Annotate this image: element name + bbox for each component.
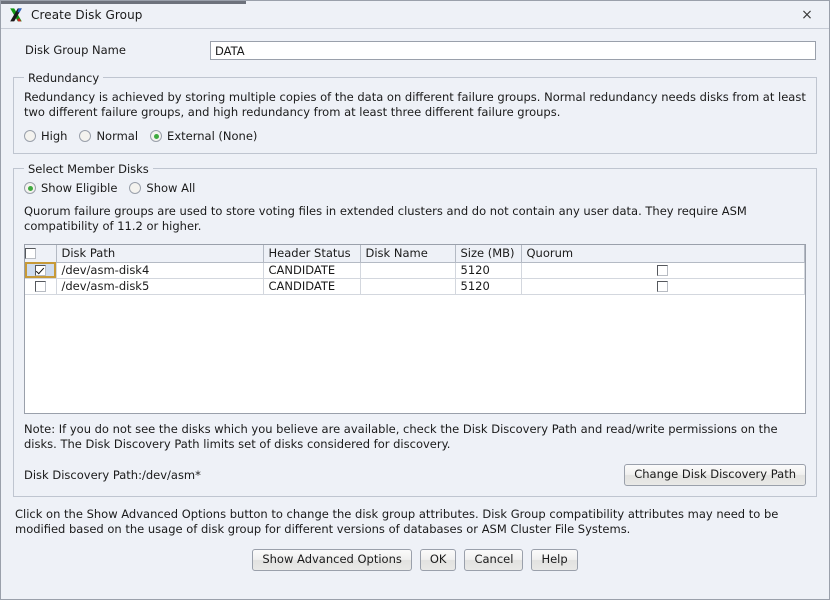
radio-normal-label: Normal	[96, 129, 139, 143]
quorum-note: Quorum failure groups are used to store …	[24, 204, 747, 233]
cell-disk-name	[360, 262, 456, 279]
column-header-quorum[interactable]: Quorum	[521, 245, 805, 263]
footer-description: Click on the Show Advanced Options butto…	[15, 507, 779, 536]
redundancy-description: Redundancy is achieved by storing multip…	[24, 90, 806, 119]
discovery-path-row: Disk Discovery Path:/dev/asm* Change Dis…	[24, 464, 806, 486]
footer-button-bar: Show Advanced Options OK Cancel Help	[11, 549, 819, 571]
row-select-checkbox[interactable]	[34, 265, 46, 276]
quorum-checkbox[interactable]	[657, 265, 669, 276]
cell-disk-name	[360, 278, 456, 295]
cell-size-mb: 5120	[455, 262, 522, 279]
redundancy-radio-row: High Normal External (None)	[24, 129, 806, 143]
disk-group-name-input[interactable]: DATA	[210, 40, 816, 60]
disk-discovery-path-text: Disk Discovery Path:/dev/asm*	[24, 468, 201, 482]
disk-group-name-label: Disk Group Name	[25, 43, 126, 57]
select-all-header[interactable]	[25, 245, 57, 263]
close-icon[interactable]: ×	[785, 1, 829, 28]
redundancy-group: Redundancy Redundancy is achieved by sto…	[13, 71, 817, 154]
radio-show-eligible[interactable]: Show Eligible	[24, 181, 117, 195]
cell-size-mb: 5120	[455, 278, 522, 295]
show-advanced-options-button[interactable]: Show Advanced Options	[252, 549, 412, 571]
title-bar: Create Disk Group ×	[1, 1, 829, 29]
row-select-cell[interactable]	[25, 262, 57, 279]
redundancy-legend: Redundancy	[24, 71, 104, 85]
radio-show-eligible-indicator	[24, 182, 36, 194]
radio-show-all-label: Show All	[146, 181, 196, 195]
change-disk-discovery-path-button[interactable]: Change Disk Discovery Path	[624, 464, 806, 486]
xming-x-icon	[7, 6, 25, 24]
table-header-row: Disk Path Header Status Disk Name Size (…	[25, 245, 805, 263]
radio-external-none-indicator	[150, 130, 163, 142]
table-row[interactable]: /dev/asm-disk5 CANDIDATE 5120	[25, 278, 805, 295]
cell-header-status: CANDIDATE	[263, 278, 361, 295]
radio-show-all[interactable]: Show All	[129, 181, 195, 195]
window-title: Create Disk Group	[31, 7, 143, 22]
cell-header-status: CANDIDATE	[263, 262, 361, 279]
member-disks-table: Disk Path Header Status Disk Name Size (…	[25, 245, 805, 295]
member-disks-table-container[interactable]: Disk Path Header Status Disk Name Size (…	[24, 244, 806, 414]
select-member-disks-legend: Select Member Disks	[24, 162, 153, 176]
select-all-checkbox[interactable]	[25, 248, 36, 260]
cell-disk-path: /dev/asm-disk4	[56, 262, 264, 279]
select-member-disks-group: Select Member Disks Show Eligible Show A…	[13, 162, 817, 497]
window-top-edge-strip	[1, 1, 246, 4]
radio-high-indicator	[24, 130, 36, 142]
ok-button[interactable]: OK	[419, 549, 457, 571]
row-select-cell[interactable]	[25, 278, 57, 295]
row-select-checkbox[interactable]	[34, 281, 46, 292]
radio-show-all-indicator	[129, 182, 142, 194]
cell-quorum[interactable]	[521, 278, 805, 295]
radio-high[interactable]: High	[24, 129, 67, 143]
radio-normal-indicator	[79, 130, 92, 142]
radio-show-eligible-label: Show Eligible	[41, 181, 118, 195]
column-header-disk-path[interactable]: Disk Path	[56, 245, 264, 263]
cell-quorum[interactable]	[521, 262, 805, 279]
radio-high-label: High	[41, 129, 68, 143]
column-header-disk-name[interactable]: Disk Name	[360, 245, 456, 263]
radio-external-none-label: External (None)	[167, 129, 258, 143]
create-disk-group-dialog: Create Disk Group × Disk Group Name DATA…	[0, 0, 830, 600]
quorum-checkbox[interactable]	[657, 281, 669, 292]
discovery-note: Note: If you do not see the disks which …	[24, 422, 778, 451]
column-header-header-status[interactable]: Header Status	[263, 245, 361, 263]
table-row[interactable]: /dev/asm-disk4 CANDIDATE 5120	[25, 262, 805, 279]
column-header-size-mb[interactable]: Size (MB)	[455, 245, 522, 263]
cancel-button[interactable]: Cancel	[464, 549, 524, 571]
disk-filter-radio-row: Show Eligible Show All	[24, 181, 806, 195]
radio-external-none[interactable]: External (None)	[150, 129, 257, 143]
radio-normal[interactable]: Normal	[79, 129, 138, 143]
help-button[interactable]: Help	[531, 549, 578, 571]
cell-disk-path: /dev/asm-disk5	[56, 278, 264, 295]
disk-group-name-row: Disk Group Name DATA	[11, 35, 819, 65]
dialog-body: Disk Group Name DATA Redundancy Redundan…	[1, 29, 829, 599]
